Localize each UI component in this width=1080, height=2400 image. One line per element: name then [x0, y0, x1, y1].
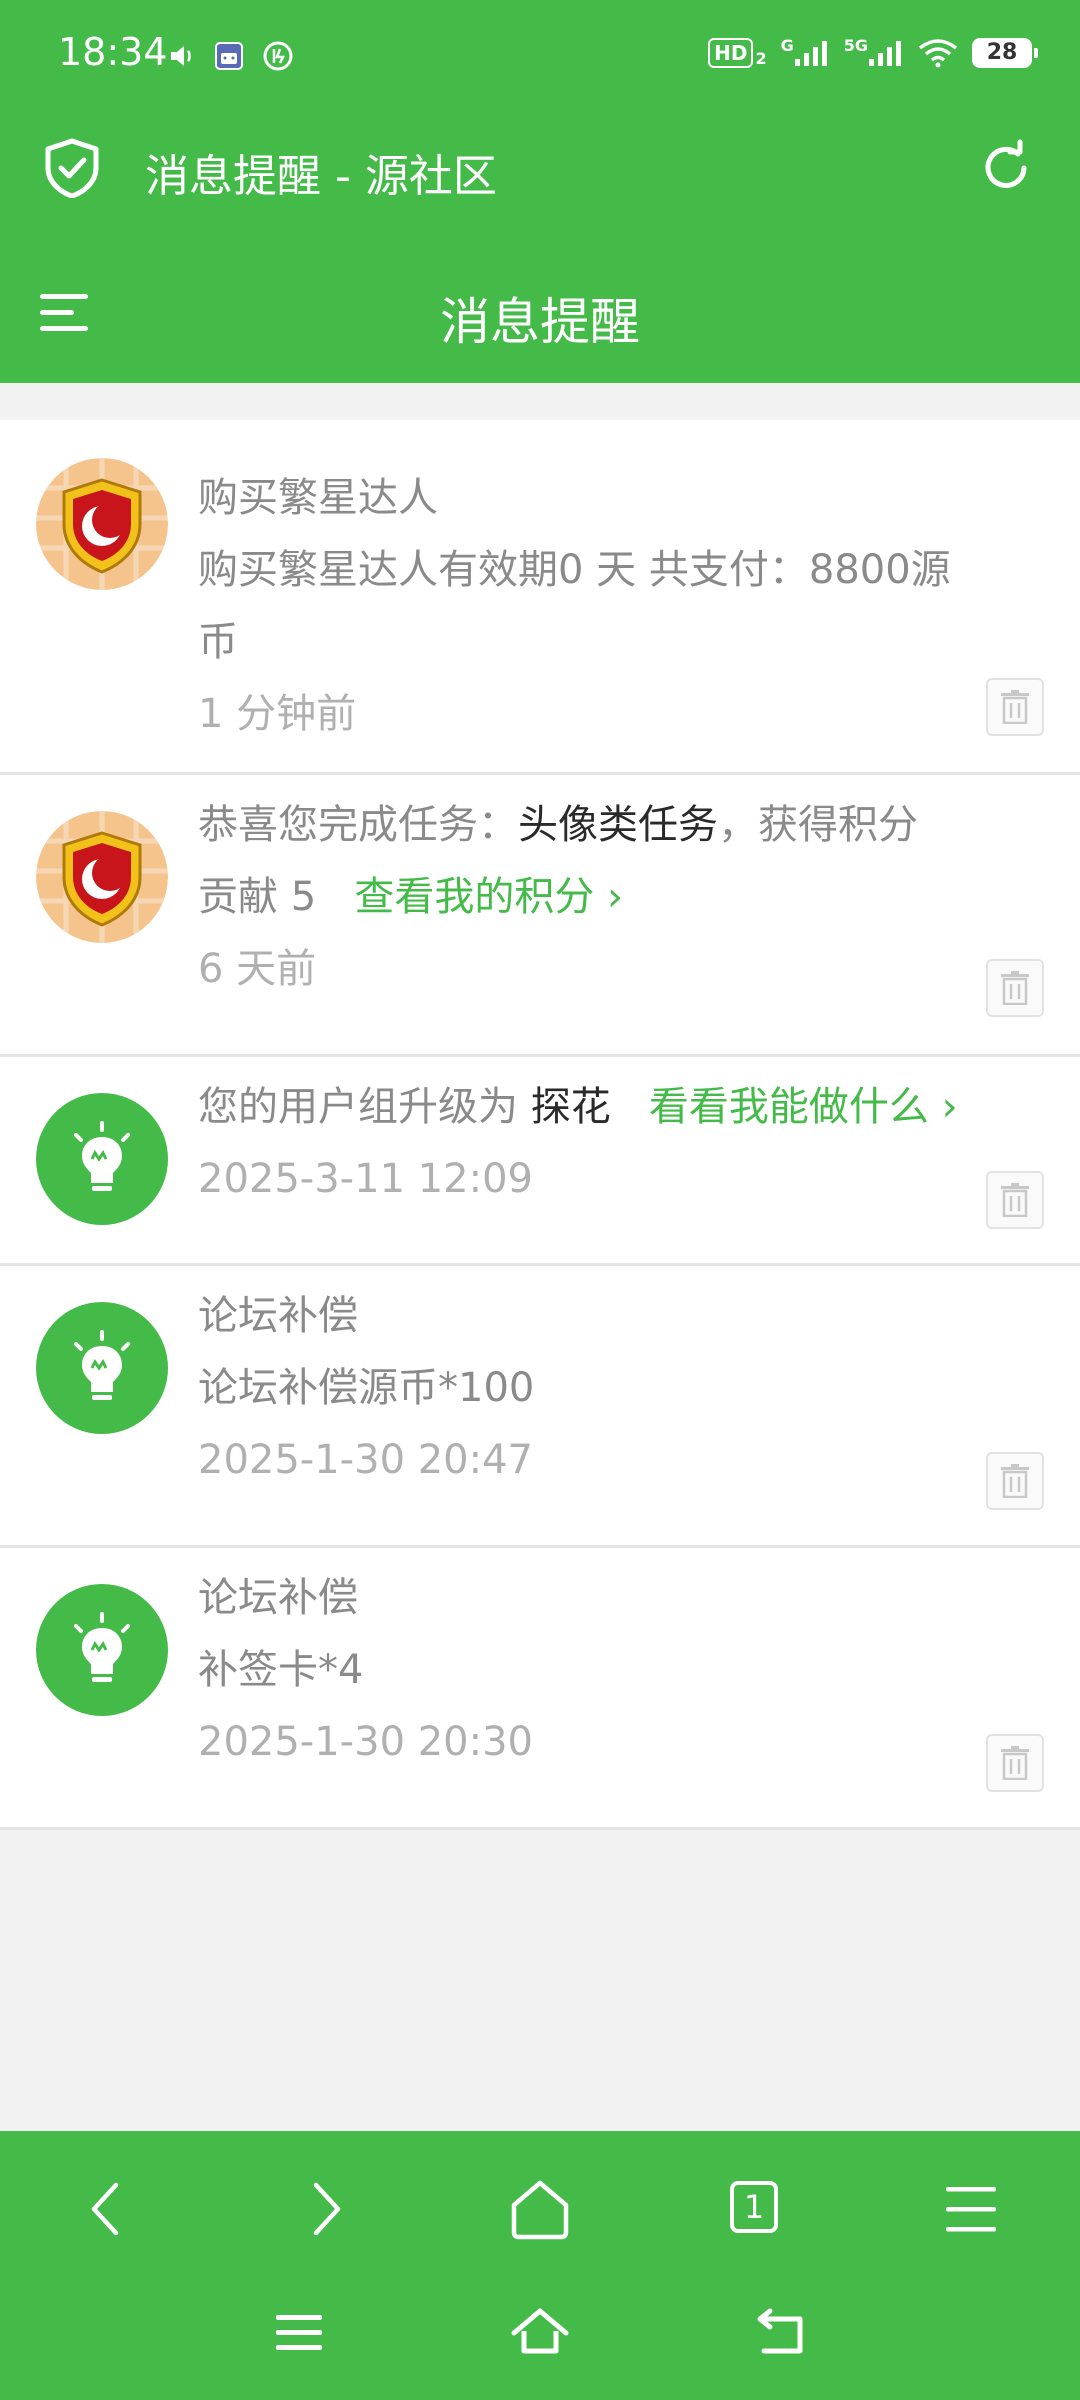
message-content: 补签卡*4	[198, 1647, 364, 1693]
data-saver-icon	[263, 41, 293, 71]
signal-bars-icon	[869, 41, 901, 66]
wifi-icon	[918, 39, 958, 68]
message-body: 购买繁星达人 购买繁星达人有效期0 天 共支付：8800源 币 1 分钟前	[198, 462, 1040, 750]
avatar	[36, 1302, 168, 1434]
hd-badge: HD	[708, 38, 754, 68]
signal-bars-icon	[794, 41, 827, 66]
delete-button[interactable]	[986, 1171, 1044, 1229]
shield-moon-icon	[36, 458, 168, 590]
home-button[interactable]	[500, 2169, 580, 2249]
message-content: 论坛补偿源币*100	[198, 1365, 535, 1411]
trash-icon	[1001, 690, 1029, 724]
message-content: 您的用户组升级为 探花 看看我能做什么 ›	[198, 1071, 1040, 1143]
status-time: 18:34	[58, 30, 168, 74]
message-content: 恭喜您完成任务：头像类任务，获得积分	[198, 789, 1040, 861]
trash-icon	[1001, 971, 1029, 1005]
page-title: 消息提醒	[440, 293, 640, 351]
message-body: 论坛补偿 论坛补偿源币*100 2025-1-30 20:47	[198, 1280, 1040, 1496]
message-time: 2025-3-11 12:09	[198, 1156, 533, 1202]
tabs-button[interactable]: 1	[716, 2169, 796, 2249]
message-prefix: 您的用户组升级为	[198, 1084, 518, 1130]
message-body: 论坛补偿 补签卡*4 2025-1-30 20:30	[198, 1562, 1040, 1778]
speaker-icon	[171, 46, 191, 66]
android-app-icon	[215, 42, 243, 70]
message-prefix: 恭喜您完成任务：	[198, 802, 518, 848]
lightbulb-icon	[74, 1121, 130, 1191]
status-system-icons: HD 2 G 5G 28	[708, 36, 1038, 68]
message-item[interactable]: 您的用户组升级为 探花 看看我能做什么 › 2025-3-11 12:09	[0, 1057, 1080, 1266]
message-time: 2025-1-30 20:47	[198, 1437, 533, 1483]
message-item[interactable]: 论坛补偿 补签卡*4 2025-1-30 20:30	[0, 1548, 1080, 1830]
hd-badge-sub: 2	[755, 49, 767, 68]
message-time: 2025-1-30 20:30	[198, 1719, 533, 1765]
forward-button[interactable]	[284, 2169, 364, 2249]
task-name: 头像类任务	[518, 802, 718, 848]
network-type-1: G	[780, 36, 794, 55]
message-content-cont: 贡献 5 查看我的积分 ›	[198, 861, 1040, 933]
message-time: 1 分钟前	[198, 691, 357, 737]
message-suffix: ，获得积分	[718, 802, 918, 848]
system-menu-button[interactable]	[268, 2301, 332, 2365]
tab-count: 1	[730, 2181, 778, 2233]
signal-2: 5G	[843, 36, 904, 67]
lightbulb-icon	[74, 1330, 130, 1400]
group-name: 探花	[530, 1084, 611, 1130]
message-time: 6 天前	[198, 946, 317, 992]
message-body: 您的用户组升级为 探花 看看我能做什么 › 2025-3-11 12:09	[198, 1071, 1040, 1215]
delete-button[interactable]	[986, 1734, 1044, 1792]
trash-icon	[1001, 1464, 1029, 1498]
app-title: 消息提醒 - 源社区	[145, 151, 497, 202]
message-body: 恭喜您完成任务：头像类任务，获得积分 贡献 5 查看我的积分 › 6 天前	[198, 789, 1040, 1005]
bottom-navigation: 1	[0, 2131, 1080, 2400]
view-points-link[interactable]: 查看我的积分 ›	[354, 874, 623, 920]
message-item[interactable]: 论坛补偿 论坛补偿源币*100 2025-1-30 20:47	[0, 1266, 1080, 1548]
signal-1: G	[780, 36, 830, 67]
shield-moon-icon	[36, 811, 168, 943]
delete-button[interactable]	[986, 959, 1044, 1017]
message-title: 论坛补偿	[198, 1575, 358, 1621]
avatar	[36, 458, 168, 590]
message-points: 贡献 5	[198, 874, 317, 920]
system-back-button[interactable]	[748, 2301, 812, 2365]
status-bar: 18:34 HD 2 G 5G 28	[0, 0, 1080, 116]
message-list: 购买繁星达人 购买繁星达人有效期0 天 共支付：8800源 币 1 分钟前 恭喜…	[0, 420, 1080, 1830]
trash-icon	[1001, 1183, 1029, 1217]
delete-button[interactable]	[986, 678, 1044, 736]
refresh-button[interactable]	[976, 138, 1036, 198]
message-title: 购买繁星达人	[198, 475, 438, 521]
avatar	[36, 1093, 168, 1225]
view-permissions-link[interactable]: 看看我能做什么 ›	[649, 1084, 958, 1130]
avatar	[36, 811, 168, 943]
shield-check-icon	[45, 138, 99, 198]
menu-icon[interactable]	[932, 2169, 1012, 2249]
avatar	[36, 1584, 168, 1716]
message-item[interactable]: 恭喜您完成任务：头像类任务，获得积分 贡献 5 查看我的积分 › 6 天前	[0, 775, 1080, 1057]
delete-button[interactable]	[986, 1452, 1044, 1510]
message-title: 论坛补偿	[198, 1293, 358, 1339]
message-item[interactable]: 购买繁星达人 购买繁星达人有效期0 天 共支付：8800源 币 1 分钟前	[0, 420, 1080, 775]
message-content: 购买繁星达人有效期0 天 共支付：8800源	[198, 547, 951, 593]
page-header: 消息提醒	[0, 252, 1080, 370]
app-title-bar: 消息提醒 - 源社区	[0, 116, 1080, 222]
network-type-2: 5G	[843, 36, 868, 55]
lightbulb-icon	[74, 1612, 130, 1682]
hd-voice-indicator: HD 2	[708, 38, 767, 68]
trash-icon	[1001, 1746, 1029, 1780]
status-notification-icons	[168, 40, 294, 72]
message-content-cont: 币	[198, 619, 238, 665]
back-button[interactable]	[68, 2169, 148, 2249]
system-home-button[interactable]	[508, 2301, 572, 2365]
battery-indicator: 28	[972, 38, 1038, 68]
